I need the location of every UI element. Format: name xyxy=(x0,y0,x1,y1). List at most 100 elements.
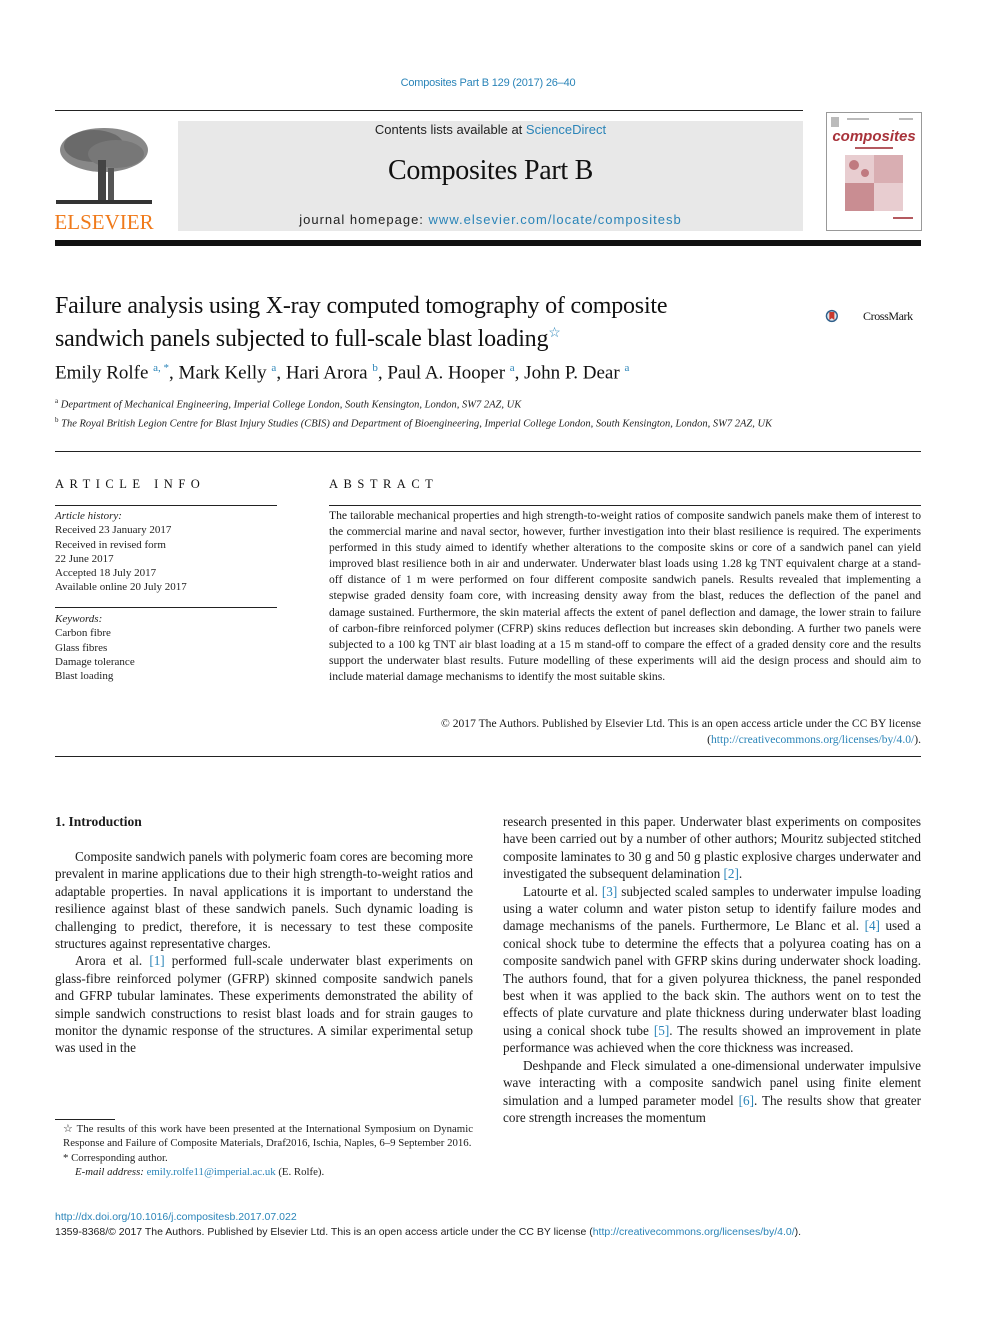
footnote-item: ☆ The results of this work have been pre… xyxy=(55,1122,473,1151)
tree-ground xyxy=(56,200,152,204)
author-name[interactable]: Paul A. Hooper xyxy=(387,362,505,383)
homepage-line: journal homepage: www.elsevier.com/locat… xyxy=(178,212,803,227)
contents-prefix: Contents lists available at xyxy=(374,122,526,137)
header-thick-rule xyxy=(55,240,921,246)
footnote-asterisk: * xyxy=(63,1151,69,1164)
article-history: Article history: Received 23 January 201… xyxy=(55,509,280,595)
email-suffix: (E. Rolfe). xyxy=(275,1165,325,1178)
divider xyxy=(55,505,277,506)
journal-homepage-link[interactable]: www.elsevier.com/locate/compositesb xyxy=(429,212,682,227)
text: used a conical shock tube to determine t… xyxy=(503,918,921,1038)
author-name[interactable]: Mark Kelly xyxy=(179,362,267,383)
footnote-star-icon: ☆ xyxy=(63,1123,74,1135)
affiliation-text: The Royal British Legion Centre for Blas… xyxy=(61,418,773,429)
citation-link[interactable]: [3] xyxy=(602,884,617,899)
author-list: Emily Rolfe a, *, Mark Kelly a, Hari Aro… xyxy=(55,362,630,384)
email-link[interactable]: emily.rolfe11@imperial.ac.uk xyxy=(147,1166,276,1178)
doi-link[interactable]: http://dx.doi.org/10.1016/j.compositesb.… xyxy=(55,1211,297,1223)
abstract-heading: ABSTRACT xyxy=(329,477,439,491)
homepage-prefix: journal homepage: xyxy=(299,212,429,227)
history-item: Received 23 January 2017 xyxy=(55,524,172,537)
text: performed full-scale underwater blast ex… xyxy=(55,953,473,1056)
keyword-item: Blast loading xyxy=(55,670,114,683)
contents-line: Contents lists available at ScienceDirec… xyxy=(178,122,803,137)
keyword-item: Glass fibres xyxy=(55,641,108,654)
author-name[interactable]: John P. Dear xyxy=(524,362,620,383)
journal-masthead: Contents lists available at ScienceDirec… xyxy=(178,121,803,231)
history-label: Article history: xyxy=(55,510,122,522)
tree-trunk xyxy=(98,160,106,200)
paragraph: Arora et al. [1] performed full-scale un… xyxy=(55,952,473,1056)
author-name[interactable]: Hari Arora xyxy=(286,362,368,383)
divider xyxy=(55,607,277,608)
paragraph: Composite sandwich panels with polymeric… xyxy=(55,849,473,952)
paragraph: Latourte et al. [3] subjected scaled sam… xyxy=(503,883,921,1057)
keywords-label: Keywords: xyxy=(55,613,103,625)
citation-link[interactable]: [6] xyxy=(739,1093,754,1108)
affiliation-mark: b xyxy=(55,415,59,424)
citation-link[interactable]: [2] xyxy=(723,866,738,881)
citation-link[interactable]: [1] xyxy=(149,953,164,968)
issn-license-line: 1359-8368/© 2017 The Authors. Published … xyxy=(55,1226,801,1238)
title-line-2: sandwich panels subjected to full-scale … xyxy=(55,326,549,352)
sciencedirect-link[interactable]: ScienceDirect xyxy=(526,122,606,137)
journal-cover-thumbnail[interactable]: composites xyxy=(826,112,922,231)
text: Arora et al. xyxy=(75,953,150,969)
divider xyxy=(55,756,921,757)
footnote-text: Corresponding author. xyxy=(71,1151,168,1164)
svg-text:composites: composites xyxy=(832,128,915,145)
abstract-copyright: © 2017 The Authors. Published by Elsevie… xyxy=(441,717,921,747)
section-heading-introduction: 1. Introduction xyxy=(55,814,142,829)
crossmark-icon[interactable] xyxy=(825,297,861,335)
issn-suffix: ). xyxy=(794,1226,802,1238)
title-line-1: Failure analysis using X-ray computed to… xyxy=(55,293,668,319)
divider xyxy=(329,505,921,506)
footer-license-link[interactable]: http://creativecommons.org/licenses/by/4… xyxy=(593,1226,795,1238)
text: . xyxy=(738,866,743,882)
crossmark-label[interactable]: CrossMark xyxy=(863,309,913,324)
footnote-item: * Corresponding author. xyxy=(55,1151,473,1165)
affiliation-item: b The Royal British Legion Centre for Bl… xyxy=(55,413,815,432)
text: Latourte et al. xyxy=(523,883,602,899)
author-affiliation-mark[interactable]: a xyxy=(624,362,629,374)
header-rule xyxy=(55,110,803,111)
author-affiliation-mark[interactable]: b xyxy=(372,362,378,374)
footnotes: ☆ The results of this work have been pre… xyxy=(55,1122,473,1179)
elsevier-wordmark[interactable]: ELSEVIER xyxy=(54,210,154,235)
body-column-right: research presented in this paper. Underw… xyxy=(503,813,921,1126)
footnote-email: E-mail address: emily.rolfe11@imperial.a… xyxy=(55,1165,473,1179)
footnote-text: The results of this work have been prese… xyxy=(63,1123,473,1150)
abstract-text: The tailorable mechanical properties and… xyxy=(329,509,921,683)
citation-link[interactable]: [4] xyxy=(865,918,880,933)
affiliation-item: a Department of Mechanical Engineering, … xyxy=(55,394,815,413)
article-info-heading: ARTICLE INFO xyxy=(55,477,206,491)
issn-text: 1359-8368/© 2017 The Authors. Published … xyxy=(55,1226,593,1238)
history-item: Received in revised form xyxy=(55,538,166,551)
affiliations: a Department of Mechanical Engineering, … xyxy=(55,394,815,431)
keywords: Keywords: Carbon fibre Glass fibres Dama… xyxy=(55,612,280,683)
history-item: Available online 20 July 2017 xyxy=(55,581,187,594)
divider xyxy=(55,451,921,452)
author-affiliation-mark[interactable]: a, * xyxy=(153,362,169,374)
affiliation-mark: a xyxy=(55,397,59,405)
affiliation-text: Department of Mechanical Engineering, Im… xyxy=(60,399,522,411)
footnote-rule xyxy=(55,1119,115,1120)
cover-art-icon: composites xyxy=(831,117,916,219)
journal-title: Composites Part B xyxy=(388,155,593,186)
keyword-item: Damage tolerance xyxy=(55,655,135,668)
title-footnote-star-icon[interactable]: ☆ xyxy=(548,326,561,341)
text: research presented in this paper. Underw… xyxy=(503,814,921,882)
citation-link[interactable]: [5] xyxy=(654,1023,669,1038)
paragraph: research presented in this paper. Underw… xyxy=(503,813,921,883)
copyright-text: © 2017 The Authors. Published by Elsevie… xyxy=(441,717,921,730)
author-affiliation-mark[interactable]: a xyxy=(510,362,515,374)
paragraph: Deshpande and Fleck simulated a one-dime… xyxy=(503,1057,921,1127)
license-link[interactable]: http://creativecommons.org/licenses/by/4… xyxy=(711,733,914,746)
article-title: Failure analysis using X-ray computed to… xyxy=(55,292,795,353)
author-affiliation-mark[interactable]: a xyxy=(271,362,276,374)
journal-reference[interactable]: Composites Part B 129 (2017) 26–40 xyxy=(0,77,976,89)
body-column-left: Composite sandwich panels with polymeric… xyxy=(55,848,473,1057)
history-item: 22 June 2017 xyxy=(55,552,114,565)
history-item: Accepted 18 July 2017 xyxy=(55,567,157,580)
author-name[interactable]: Emily Rolfe xyxy=(55,362,148,383)
